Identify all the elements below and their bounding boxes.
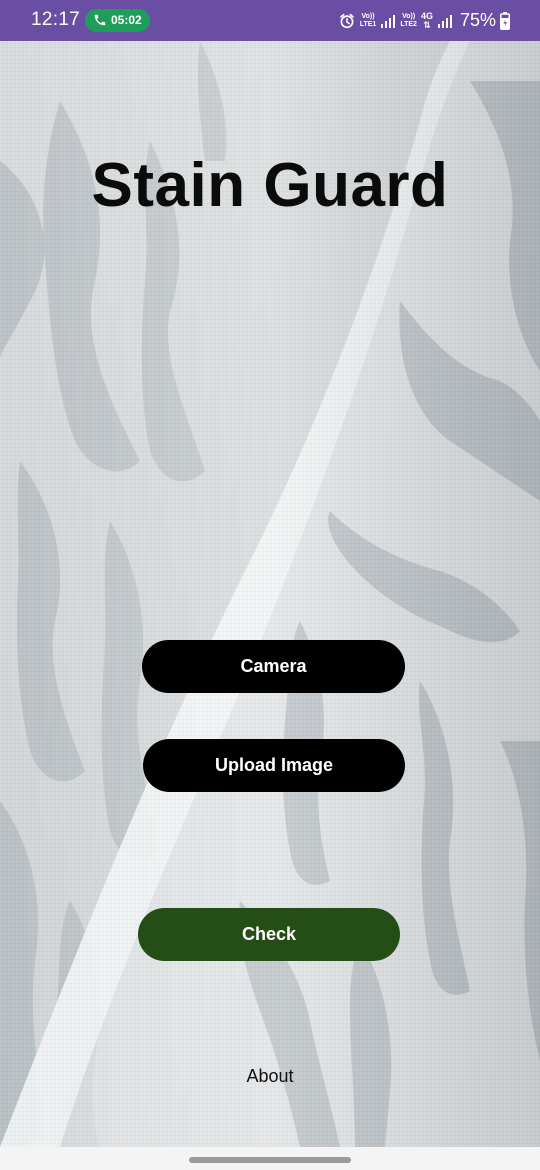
network-type-label: 4G ⇅ xyxy=(420,10,433,30)
navigation-bar xyxy=(0,1147,540,1170)
app-screen: 12:17 05:02 Vo)) LTE1 Vo)) LTE2 4G ⇅ 75%… xyxy=(0,0,540,1170)
phone-icon xyxy=(94,14,106,26)
battery-charging-icon xyxy=(500,11,510,30)
about-link[interactable]: About xyxy=(0,1066,540,1087)
status-bar: 12:17 05:02 Vo)) LTE1 Vo)) LTE2 4G ⇅ 75% xyxy=(0,0,540,41)
camera-button[interactable]: Camera xyxy=(142,640,405,693)
signal-icon xyxy=(437,14,452,28)
sim2-network-label: Vo)) LTE2 xyxy=(400,12,417,28)
call-timer: 05:02 xyxy=(111,13,142,27)
check-button[interactable]: Check xyxy=(138,908,400,961)
ongoing-call-indicator[interactable]: 05:02 xyxy=(85,9,150,32)
battery-percentage: 75% xyxy=(459,10,496,30)
data-activity-icon: ⇅ xyxy=(423,19,431,30)
signal-icon xyxy=(381,14,396,28)
status-icons: Vo)) LTE1 Vo)) LTE2 4G ⇅ 75% xyxy=(338,0,510,41)
sim1-network-label: Vo)) LTE1 xyxy=(359,12,377,28)
app-title: Stain Guard xyxy=(91,151,449,220)
alarm-icon xyxy=(339,13,354,28)
home-gesture-handle[interactable] xyxy=(189,1157,351,1163)
upload-image-button[interactable]: Upload Image xyxy=(143,739,405,792)
status-time: 12:17 xyxy=(31,9,81,30)
